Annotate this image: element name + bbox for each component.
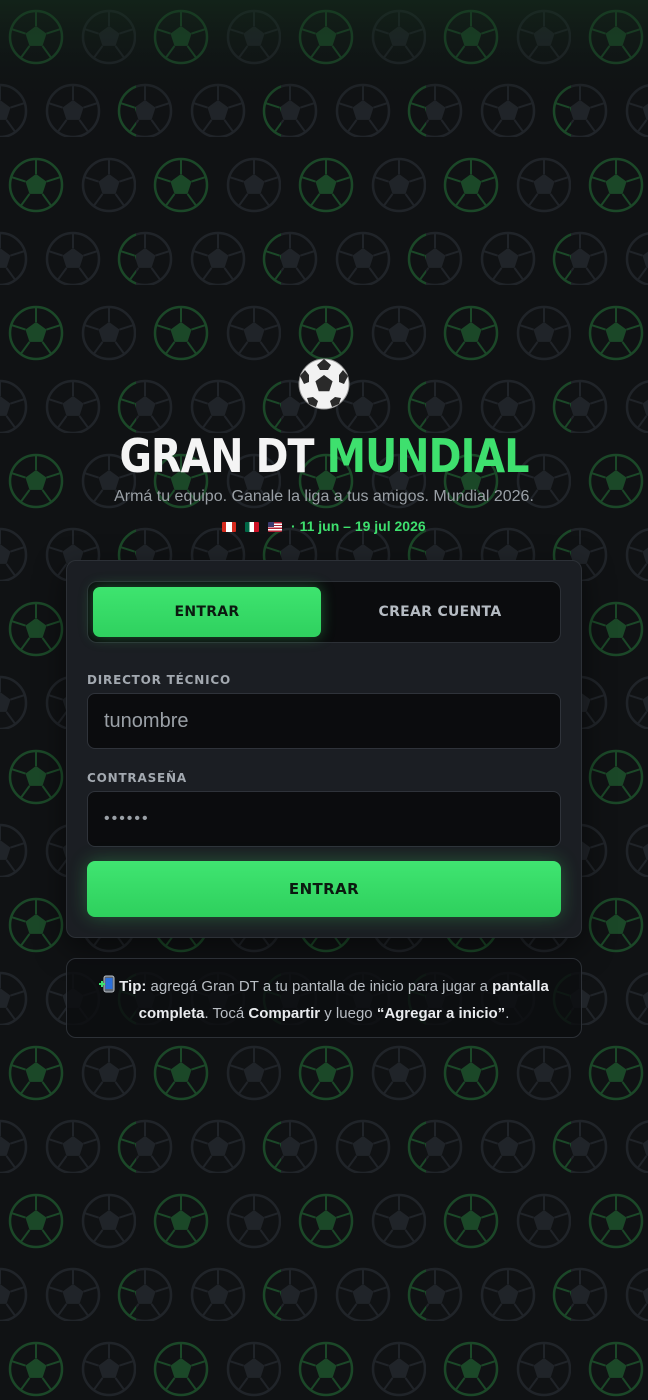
mexico-flag-icon xyxy=(245,522,260,532)
title-white: GRAN DT xyxy=(119,429,314,483)
tip-bold-3: “Agregar a inicio” xyxy=(376,1005,506,1022)
title-green: MUNDIAL xyxy=(326,429,530,483)
tip-bold-2: Compartir xyxy=(248,1005,321,1022)
tip-text-2: . Tocá xyxy=(204,1005,245,1022)
tagline: Armá tu equipo. Ganale la liga a tus ami… xyxy=(114,488,534,505)
phone-add-icon xyxy=(99,975,115,1001)
tip-lead: Tip: xyxy=(119,978,147,995)
username-label: DIRECTOR TÉCNICO xyxy=(87,673,231,687)
auth-tabs: ENTRAR CREAR CUENTA xyxy=(87,581,561,643)
app-title: GRAN DT MUNDIAL xyxy=(45,428,602,484)
password-label: CONTRASEÑA xyxy=(87,771,187,785)
tip-text-4: . xyxy=(505,1005,510,1022)
dates-text: · 11 jun – 19 jul 2026 xyxy=(291,518,426,534)
canada-flag-icon xyxy=(222,522,237,532)
tip-text-3: y luego xyxy=(324,1005,373,1022)
login-card: ENTRAR CREAR CUENTA DIRECTOR TÉCNICO CON… xyxy=(66,560,582,938)
soccer-ball-icon xyxy=(298,358,350,410)
username-input[interactable] xyxy=(87,693,561,749)
password-input[interactable] xyxy=(87,791,561,847)
tab-register[interactable]: CREAR CUENTA xyxy=(326,587,554,637)
tournament-dates: · 11 jun – 19 jul 2026 xyxy=(0,516,648,536)
tip-text-1: agregá Gran DT a tu pantalla de inicio p… xyxy=(150,978,488,995)
login-button[interactable]: ENTRAR xyxy=(87,861,561,917)
tab-login[interactable]: ENTRAR xyxy=(93,587,321,637)
install-tip: Tip: agregá Gran DT a tu pantalla de ini… xyxy=(66,958,582,1038)
usa-flag-icon xyxy=(268,522,283,532)
